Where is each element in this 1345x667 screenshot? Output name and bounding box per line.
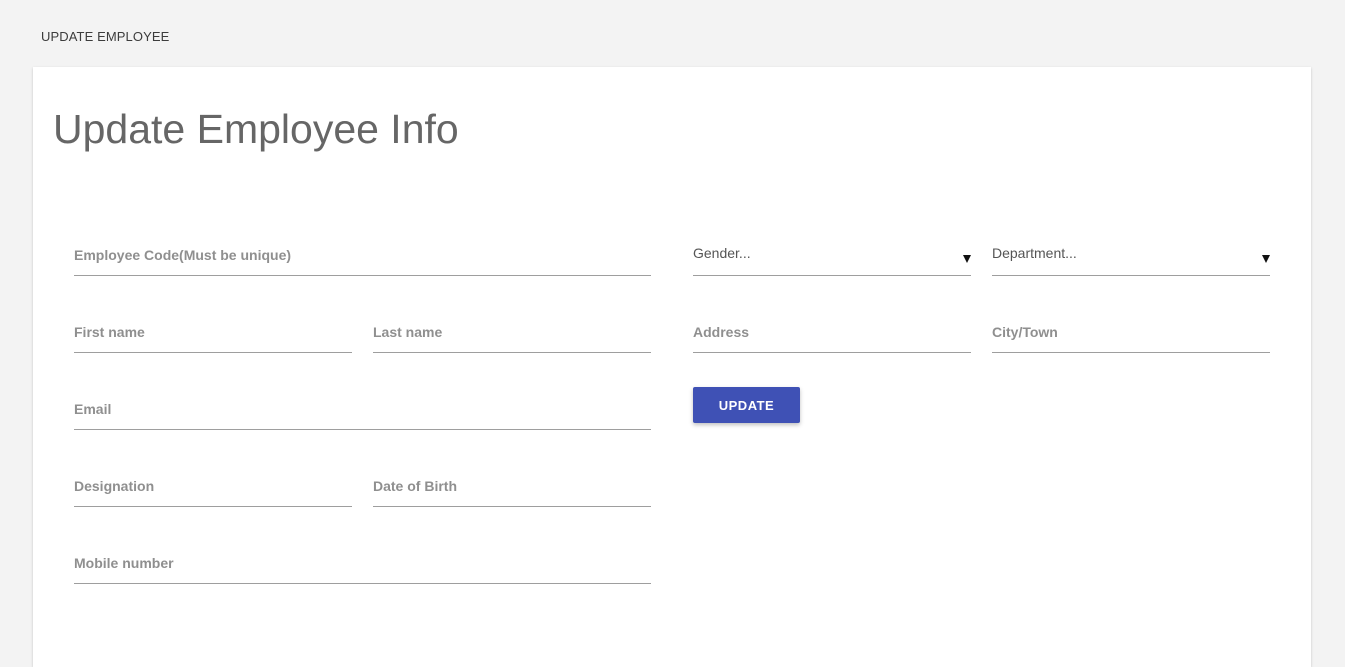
designation-input[interactable] xyxy=(74,478,352,494)
update-button[interactable]: UPDATE xyxy=(693,387,800,423)
last-name-input[interactable] xyxy=(373,324,651,340)
dropdown-arrow-icon xyxy=(963,255,971,263)
email-field xyxy=(74,390,651,430)
department-select[interactable]: Department... xyxy=(992,236,1270,276)
designation-field xyxy=(74,467,352,507)
mobile-number-field xyxy=(74,544,651,584)
last-name-field xyxy=(373,313,651,353)
city-town-input[interactable] xyxy=(992,324,1270,340)
email-input[interactable] xyxy=(74,401,651,417)
dropdown-arrow-icon xyxy=(1262,255,1270,263)
gender-select[interactable]: Gender... xyxy=(693,236,971,276)
gender-select-value: Gender... xyxy=(693,245,751,261)
city-town-field xyxy=(992,313,1270,353)
employee-form-card: Update Employee Info Gender... Departmen… xyxy=(33,67,1311,667)
first-name-input[interactable] xyxy=(74,324,352,340)
first-name-field xyxy=(74,313,352,353)
department-select-value: Department... xyxy=(992,245,1077,261)
page-title: Update Employee Info xyxy=(53,106,459,152)
date-of-birth-input[interactable] xyxy=(373,478,651,494)
mobile-number-input[interactable] xyxy=(74,555,651,571)
date-of-birth-field xyxy=(373,467,651,507)
employee-code-input[interactable] xyxy=(74,247,651,263)
employee-code-field xyxy=(74,236,651,276)
address-field xyxy=(693,313,971,353)
address-input[interactable] xyxy=(693,324,971,340)
page-header-title: UPDATE EMPLOYEE xyxy=(41,29,170,44)
